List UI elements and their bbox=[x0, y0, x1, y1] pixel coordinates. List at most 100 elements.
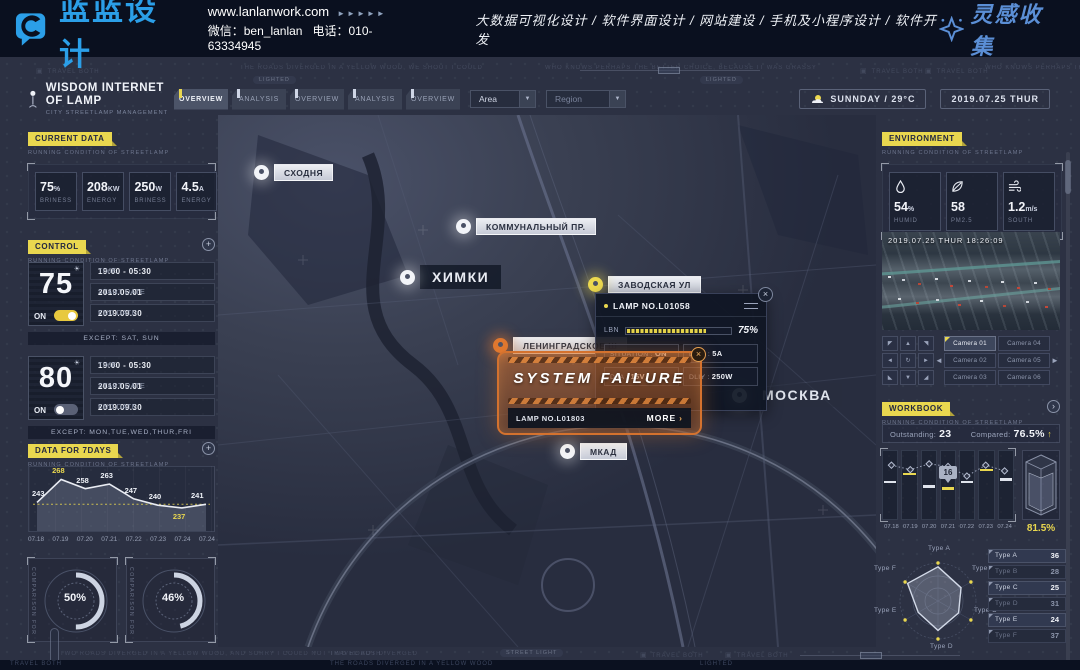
lamp-pin-icon[interactable] bbox=[560, 444, 575, 459]
camera-06-button[interactable]: Camera 06 bbox=[998, 370, 1050, 385]
date-box: 2019.07.25 THUR bbox=[940, 89, 1050, 109]
pan-down-left-button[interactable]: ◣ bbox=[882, 370, 898, 385]
gauge-value: 46% bbox=[153, 592, 193, 604]
pan-up-right-button[interactable]: ◥ bbox=[918, 336, 934, 351]
workbook-stats: Outstanding:23 Compared:76.5% ↑ bbox=[882, 424, 1060, 443]
map-place-mkad[interactable]: МКАД bbox=[560, 443, 627, 460]
sliders-icon[interactable] bbox=[744, 302, 758, 311]
camera-prev-icon[interactable]: ◄ bbox=[934, 356, 944, 365]
weather-box: SUNNDAY / 29°C bbox=[799, 89, 926, 109]
lamp-pin-icon[interactable] bbox=[400, 270, 415, 285]
alert-title: SYSTEM FAILURE bbox=[499, 370, 700, 387]
type-b-row[interactable]: Type B28 bbox=[988, 565, 1066, 579]
radar-panel: Type A Type B Type C Type D Type E Type … bbox=[872, 543, 1068, 655]
chevron-down-icon[interactable]: ▼ bbox=[609, 91, 625, 107]
camera-01-button[interactable]: Camera 01 bbox=[944, 336, 996, 351]
start-date-row: START DATE2019.05.01 bbox=[90, 377, 215, 395]
workbook-x-axis: 07.1807.1907.2007.2107.2207.2307.24 bbox=[882, 524, 1014, 530]
brightness-value: 75 bbox=[29, 268, 83, 301]
power-toggle[interactable] bbox=[54, 310, 78, 321]
collection-link[interactable]: 灵感收集 bbox=[939, 0, 1064, 61]
contact-block: www.lanlanwork.com►►►►► 微信：ben_lanlan 电话… bbox=[208, 4, 421, 53]
power-toggle[interactable] bbox=[54, 404, 78, 415]
week-point-value: 240 bbox=[149, 492, 162, 501]
camera-04-button[interactable]: Camera 04 bbox=[998, 336, 1050, 351]
decor-badge: LIGHTED bbox=[253, 76, 296, 84]
tab-overview-2[interactable]: OVERVIEW bbox=[290, 89, 344, 110]
humidity-card: 54% HUMID bbox=[889, 172, 941, 231]
pan-up-button[interactable]: ▲ bbox=[900, 336, 916, 351]
decor-badge: STREET LIGHT bbox=[500, 649, 563, 657]
area-dropdown[interactable]: Area ▼ bbox=[470, 90, 536, 108]
alert-lamp-id: LAMP NO.L01803 bbox=[516, 414, 585, 423]
camera-05-button[interactable]: Camera 05 bbox=[998, 353, 1050, 368]
camera-next-icon[interactable]: ► bbox=[1050, 356, 1060, 365]
map-place-shodnya[interactable]: СХОДНЯ bbox=[254, 164, 333, 181]
camera-list: Camera 01 Camera 02 Camera 03 Camera 04 … bbox=[944, 336, 1050, 385]
panel-tag: WORKBOOK bbox=[882, 402, 950, 416]
city-map[interactable]: СХОДНЯ КОММУНАЛЬНЫЙ ПР. ХИМКИ ЗАВОДСКАЯ … bbox=[218, 115, 876, 647]
gauge-value: 50% bbox=[55, 592, 95, 604]
current-data-panel: CURRENT DATA RUNNING CONDITION OF STREET… bbox=[28, 128, 215, 219]
tab-overview-3[interactable]: OVERVIEW bbox=[406, 89, 460, 110]
lanlan-logo-icon bbox=[14, 9, 53, 49]
website-link[interactable]: www.lanlanwork.com bbox=[208, 4, 329, 19]
chevron-right-icon[interactable]: › bbox=[1047, 400, 1060, 413]
type-e-row[interactable]: Type E24 bbox=[988, 613, 1066, 627]
plus-icon[interactable]: + bbox=[202, 442, 215, 455]
close-icon[interactable]: × bbox=[758, 287, 773, 302]
pan-up-left-button[interactable]: ◤ bbox=[882, 336, 898, 351]
except-bar: EXCEPT: SAT, SUN bbox=[28, 332, 215, 345]
decor-text: TRAVEL BOTH bbox=[640, 651, 704, 659]
more-button[interactable]: MORE› bbox=[647, 413, 683, 423]
sparkle-icon bbox=[939, 16, 964, 42]
stat-card: 208KW ENERGY bbox=[82, 172, 125, 211]
map-place-zavodskaya[interactable]: ЗАВОДСКАЯ УЛ bbox=[588, 276, 701, 293]
workbook-total: 81.5% bbox=[1022, 523, 1060, 534]
tab-overview-1[interactable]: OVERVIEW bbox=[174, 89, 228, 110]
map-place-kommunalny[interactable]: КОММУНАЛЬНЫЙ ПР. bbox=[456, 218, 596, 235]
environment-panel: ENVIRONMENT RUNNING CONDITION OF STREETL… bbox=[882, 128, 1062, 239]
dashboard: TRAVEL BOTH THE ROADS DIVERGED IN A YELL… bbox=[0, 57, 1080, 670]
region-dropdown[interactable]: Region ▼ bbox=[546, 90, 626, 108]
tab-analysis-2[interactable]: ANALYSIS bbox=[348, 89, 402, 110]
lamp-pin-icon[interactable] bbox=[588, 277, 603, 292]
footer-strip: TRAVEL BOTH THE ROADS DIVERGED IN A YELL… bbox=[0, 660, 1080, 670]
decor-slider[interactable] bbox=[800, 655, 960, 656]
week-x-label: 07.19 bbox=[52, 536, 68, 543]
decor-text: TRAVEL BOTH bbox=[725, 651, 789, 659]
decor-badge: LIGHTED bbox=[700, 76, 743, 84]
map-place-khimki[interactable]: ХИМКИ bbox=[400, 265, 501, 289]
week-x-label: 07.24 bbox=[175, 536, 191, 543]
lamp-pin-icon[interactable] bbox=[456, 219, 471, 234]
lamp-pin-icon[interactable] bbox=[254, 165, 269, 180]
pan-down-right-button[interactable]: ◢ bbox=[918, 370, 934, 385]
type-c-row[interactable]: Type C25 bbox=[988, 581, 1066, 595]
control-panel: CONTROL RUNNING CONDITION OF STREETLAMP … bbox=[28, 236, 215, 442]
decor-text: TRAVEL BOTH bbox=[860, 67, 924, 75]
pan-right-button[interactable]: ► bbox=[918, 353, 934, 368]
camera-feed[interactable]: 2019.07.25 THUR 18:26:09 bbox=[882, 232, 1060, 330]
pan-down-button[interactable]: ▼ bbox=[900, 370, 916, 385]
rotate-button[interactable]: ↻ bbox=[900, 353, 916, 368]
week-x-label: 07.20 bbox=[77, 536, 93, 543]
plus-icon[interactable]: + bbox=[202, 238, 215, 251]
type-a-row[interactable]: Type A36 bbox=[988, 549, 1066, 563]
camera-timestamp: 2019.07.25 THUR 18:26:09 bbox=[888, 236, 1004, 245]
close-icon[interactable]: × bbox=[691, 347, 706, 362]
logo-text: 蓝蓝设计 bbox=[59, 0, 188, 74]
type-f-row[interactable]: Type F37 bbox=[988, 629, 1066, 643]
pan-left-button[interactable]: ◄ bbox=[882, 353, 898, 368]
camera-02-button[interactable]: Camera 02 bbox=[944, 353, 996, 368]
week-point-value: 258 bbox=[76, 476, 89, 485]
camera-03-button[interactable]: Camera 03 bbox=[944, 370, 996, 385]
tab-analysis-1[interactable]: ANALYSIS bbox=[232, 89, 286, 110]
decor-slider[interactable] bbox=[580, 70, 760, 71]
chevron-down-icon[interactable]: ▼ bbox=[519, 91, 535, 107]
week-point-value: 241 bbox=[191, 491, 204, 500]
week-x-label: 07.18 bbox=[28, 536, 44, 543]
map-scrollbar[interactable] bbox=[1066, 152, 1070, 662]
type-d-row[interactable]: Type D31 bbox=[988, 597, 1066, 611]
week-x-axis: 07.1807.1907.2007.2107.2207.2307.2407.24 bbox=[28, 536, 215, 543]
state-label: ON bbox=[34, 312, 46, 321]
